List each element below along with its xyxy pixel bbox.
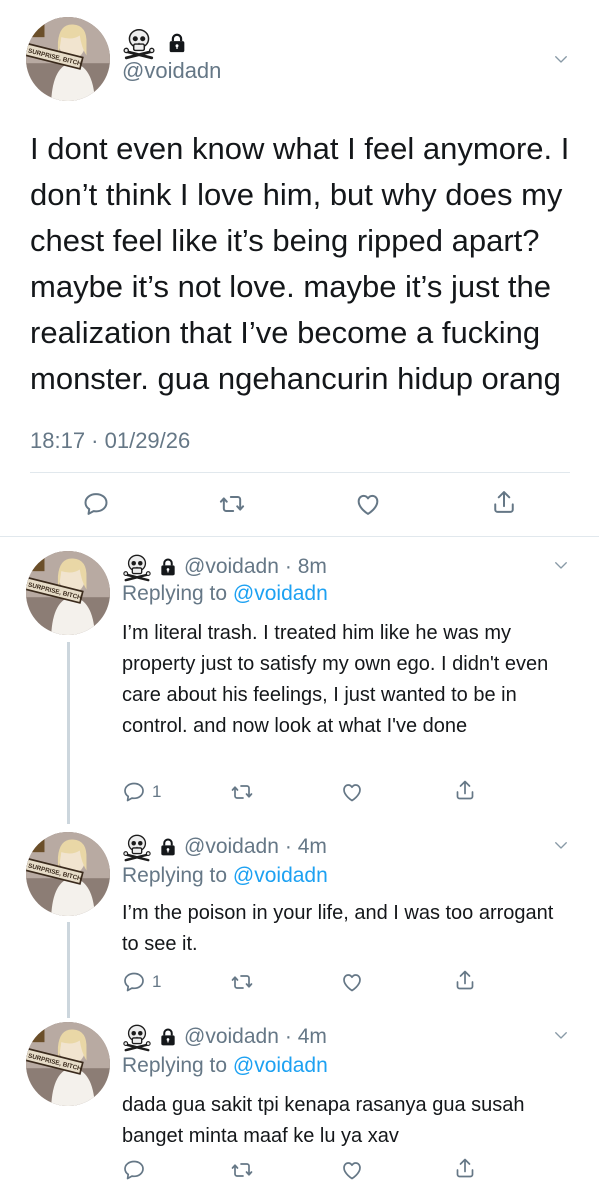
reply-icon[interactable] [82, 490, 110, 518]
replying-to: Replying to @voidadn [122, 582, 328, 606]
reply-count: 1 [152, 782, 162, 801]
replying-to: Replying to @voidadn [122, 864, 328, 888]
retweet-icon[interactable] [230, 780, 254, 804]
replying-mention[interactable]: @voidadn [233, 864, 328, 887]
main-handle[interactable]: @voidadn [122, 58, 221, 84]
like-icon[interactable] [340, 1158, 364, 1182]
skull-crossbones-icon [122, 832, 152, 862]
main-tweet-text: I dont even know what I feel anymore. I … [30, 131, 570, 396]
replying-label: Replying to [122, 1054, 228, 1077]
lock-icon [158, 1027, 178, 1047]
lock-icon [158, 557, 178, 577]
reply-text: dada gua sakit tpi kenapa rasanya gua su… [122, 1094, 525, 1147]
share-icon[interactable] [453, 1156, 477, 1180]
thread-line [67, 922, 70, 1018]
reply-text: I’m literal trash. I treated him like he… [122, 622, 549, 737]
like-icon[interactable] [340, 780, 364, 804]
chevron-down-icon[interactable] [552, 836, 570, 854]
reply-action[interactable]: 1 [122, 970, 161, 994]
chevron-down-icon[interactable] [552, 1026, 570, 1044]
tweet-timestamp[interactable]: 18:17 · 01/29/26 [30, 428, 190, 454]
reply-time: · 4m [284, 835, 327, 858]
skull-crossbones-icon [122, 1022, 152, 1052]
replying-mention[interactable]: @voidadn [233, 582, 328, 605]
reply-header: @voidadn · 8m [122, 552, 327, 582]
divider [30, 472, 570, 473]
share-icon[interactable] [453, 778, 477, 802]
reply-action[interactable] [122, 1158, 152, 1182]
reply-handle[interactable]: @voidadn [184, 1025, 279, 1049]
lock-icon [158, 837, 178, 857]
reply-icon[interactable] [122, 780, 146, 804]
lock-icon [166, 32, 188, 54]
reply-header: @voidadn · 4m [122, 1022, 327, 1052]
like-icon[interactable] [340, 970, 364, 994]
retweet-icon[interactable] [230, 970, 254, 994]
main-avatar[interactable] [26, 17, 110, 101]
reply-avatar[interactable] [26, 832, 110, 916]
thread-line [67, 642, 70, 824]
reply-time: · 4m [284, 1025, 327, 1048]
reply-count: 1 [152, 972, 162, 991]
reply-icon[interactable] [122, 1158, 146, 1182]
user-badges [122, 26, 188, 60]
skull-crossbones-icon [122, 26, 156, 60]
section-divider [0, 536, 599, 537]
chevron-down-icon[interactable] [552, 556, 570, 574]
replying-label: Replying to [122, 864, 228, 887]
retweet-icon[interactable] [218, 490, 246, 518]
retweet-icon[interactable] [230, 1158, 254, 1182]
reply-action[interactable]: 1 [122, 780, 161, 804]
like-icon[interactable] [354, 490, 382, 518]
replying-label: Replying to [122, 582, 228, 605]
chevron-down-icon[interactable] [552, 50, 570, 68]
reply-icon[interactable] [122, 970, 146, 994]
reply-time: · 8m [284, 555, 327, 578]
reply-avatar[interactable] [26, 1022, 110, 1106]
reply-text: I’m the poison in your life, and I was t… [122, 902, 554, 955]
replying-to: Replying to @voidadn [122, 1054, 328, 1078]
reply-avatar[interactable] [26, 551, 110, 635]
share-icon[interactable] [453, 968, 477, 992]
replying-mention[interactable]: @voidadn [233, 1054, 328, 1077]
share-icon[interactable] [490, 488, 518, 516]
reply-header: @voidadn · 4m [122, 832, 327, 862]
reply-handle[interactable]: @voidadn [184, 555, 279, 579]
reply-handle[interactable]: @voidadn [184, 835, 279, 859]
skull-crossbones-icon [122, 552, 152, 582]
